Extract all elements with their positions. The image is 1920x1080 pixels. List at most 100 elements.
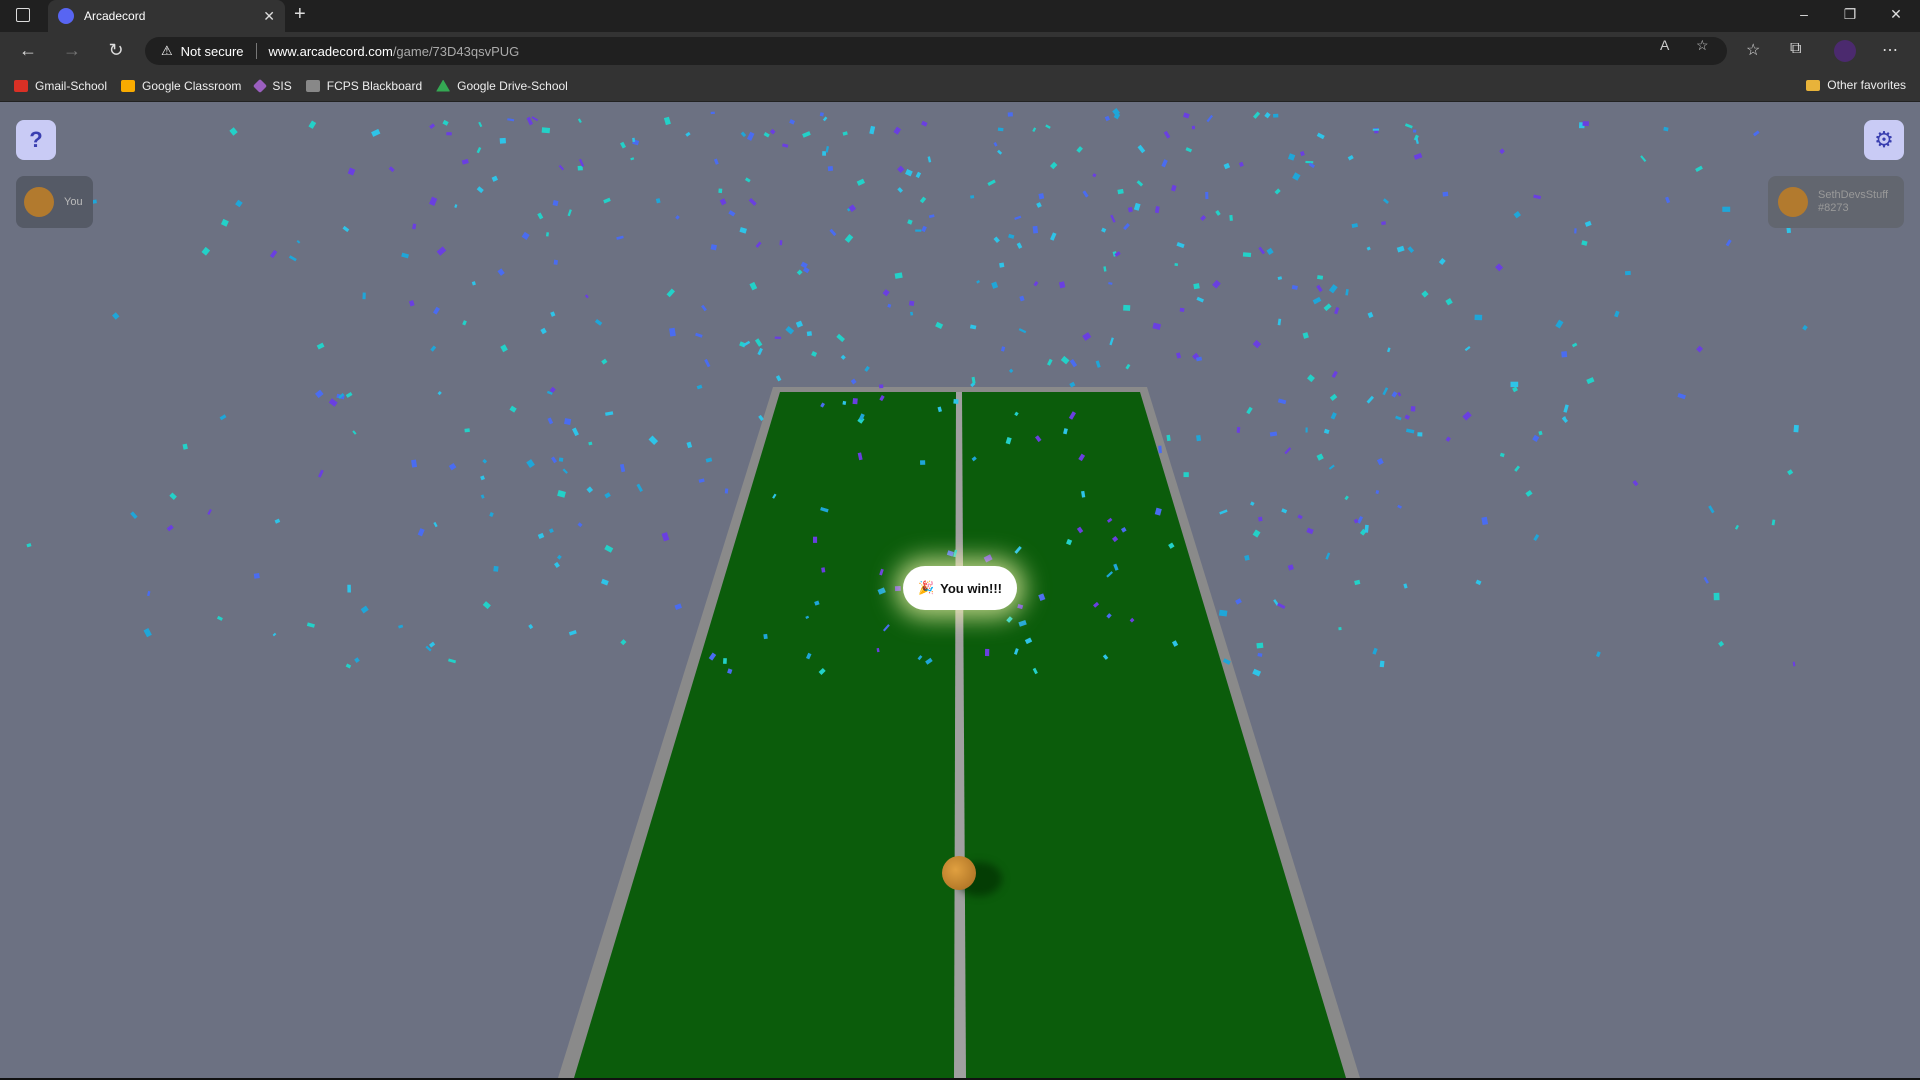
confetti-piece xyxy=(822,116,828,122)
confetti-piece xyxy=(362,292,366,300)
collections-icon[interactable]: ⧉ xyxy=(1790,40,1801,58)
confetti-piece xyxy=(775,375,782,382)
confetti-piece xyxy=(1174,263,1179,267)
confetti-piece xyxy=(480,494,485,499)
new-tab-icon[interactable]: + xyxy=(294,3,306,26)
confetti-piece xyxy=(1325,552,1331,560)
confetti-piece xyxy=(558,457,564,462)
bookmark-sis[interactable]: SIS xyxy=(253,78,292,93)
confetti-piece xyxy=(1163,130,1171,139)
confetti-piece xyxy=(800,261,808,269)
confetti-piece xyxy=(1464,345,1471,352)
confetti-piece xyxy=(897,187,904,193)
confetti-piece xyxy=(1183,112,1190,119)
confetti-piece xyxy=(1372,647,1378,655)
other-favorites[interactable]: Other favorites xyxy=(1806,78,1906,92)
confetti-piece xyxy=(411,459,418,468)
confetti-piece xyxy=(1555,319,1564,329)
confetti-piece xyxy=(1256,642,1264,649)
confetti-piece xyxy=(550,311,556,317)
confetti-piece xyxy=(1277,602,1286,609)
tab-arcadecord[interactable]: Arcadecord ✕ xyxy=(48,0,285,32)
confetti-piece xyxy=(564,418,572,425)
confetti-piece xyxy=(235,199,243,208)
help-label: ? xyxy=(29,127,43,152)
confetti-piece xyxy=(1008,368,1014,374)
confetti-piece xyxy=(454,204,458,209)
confetti-piece xyxy=(1696,345,1704,353)
confetti-piece xyxy=(1475,579,1482,586)
restore-icon[interactable]: ❐ xyxy=(1840,6,1860,23)
read-aloud-icon[interactable]: A xyxy=(1660,37,1669,53)
bookmark-label: SIS xyxy=(272,78,292,93)
confetti-piece xyxy=(921,120,928,127)
confetti-piece xyxy=(143,627,152,638)
confetti-piece xyxy=(685,131,691,137)
confetti-piece xyxy=(557,489,566,498)
settings-button[interactable]: ⚙ xyxy=(1864,120,1904,160)
confetti-piece xyxy=(1244,554,1250,561)
confetti-piece xyxy=(577,522,583,528)
confetti-piece xyxy=(763,633,768,640)
confetti-piece xyxy=(1273,113,1279,118)
confetti-piece xyxy=(1510,381,1519,388)
confetti-piece xyxy=(1161,159,1168,168)
more-menu-icon[interactable]: ⋯ xyxy=(1882,40,1898,60)
confetti-piece xyxy=(437,390,442,396)
confetti-piece xyxy=(970,195,975,199)
confetti-piece xyxy=(1193,283,1200,290)
profile-avatar[interactable] xyxy=(1834,40,1856,62)
confetti-piece xyxy=(1123,223,1130,231)
bookmark-google-drive-school[interactable]: Google Drive-School xyxy=(436,79,568,93)
confetti-piece xyxy=(1306,527,1314,535)
url-host: www.arcadecord.com xyxy=(268,43,393,59)
confetti-piece xyxy=(1176,352,1182,359)
confetti-piece xyxy=(1185,147,1193,153)
minimize-icon[interactable]: – xyxy=(1794,6,1814,22)
confetti-piece xyxy=(674,603,682,610)
confetti-piece xyxy=(1250,501,1255,506)
confetti-piece xyxy=(1242,252,1252,258)
bookmark-fcps-blackboard[interactable]: FCPS Blackboard xyxy=(305,79,422,93)
back-icon[interactable]: ← xyxy=(16,40,40,61)
url-input[interactable]: ⚠ Not secure www.arcadecord.com/game/73D… xyxy=(145,37,1727,65)
confetti-piece xyxy=(1032,225,1039,234)
confetti-piece xyxy=(521,231,530,240)
bookmark-gmail-school[interactable]: Gmail-School xyxy=(14,79,107,93)
confetti-piece xyxy=(428,641,436,648)
bookmark-google-classroom[interactable]: Google Classroom xyxy=(121,79,241,93)
confetti-piece xyxy=(1205,191,1209,200)
confetti-piece xyxy=(757,347,763,356)
confetti-piece xyxy=(408,300,415,307)
refresh-icon[interactable]: ↻ xyxy=(104,40,128,61)
help-button[interactable]: ? xyxy=(16,120,56,160)
game-canvas[interactable]: ? ⚙ You SethDevsStuff #8273 🎉 You win!!! xyxy=(0,102,1920,1078)
confetti-piece xyxy=(915,229,922,232)
confetti-piece xyxy=(1640,155,1647,163)
confetti-piece xyxy=(844,234,854,243)
confetti-piece xyxy=(448,658,457,664)
confetti-piece xyxy=(1533,534,1540,541)
favorites-icon[interactable]: ☆ xyxy=(1746,40,1760,60)
confetti-piece xyxy=(1095,360,1101,368)
confetti-piece xyxy=(507,118,515,122)
confetti-piece xyxy=(648,435,659,446)
close-tab-icon[interactable]: ✕ xyxy=(263,8,275,25)
security-label[interactable]: Not secure xyxy=(181,44,244,59)
confetti-piece xyxy=(1625,270,1631,276)
blackboard-icon xyxy=(305,79,320,92)
confetti-piece xyxy=(1117,188,1124,195)
add-favorite-icon[interactable]: ☆ xyxy=(1696,37,1709,54)
bookmark-label: Google Classroom xyxy=(142,78,242,93)
forward-icon[interactable]: → xyxy=(60,40,84,61)
confetti-piece xyxy=(869,125,876,135)
confetti-piece xyxy=(754,338,763,347)
confetti-piece xyxy=(1257,652,1263,657)
confetti-piece xyxy=(352,430,357,435)
confetti-piece xyxy=(1366,395,1374,404)
close-window-icon[interactable]: ✕ xyxy=(1886,6,1906,23)
confetti-piece xyxy=(993,142,998,147)
confetti-piece xyxy=(842,400,847,405)
confetti-piece xyxy=(429,196,438,206)
vertical-tabs-icon[interactable] xyxy=(16,8,30,22)
